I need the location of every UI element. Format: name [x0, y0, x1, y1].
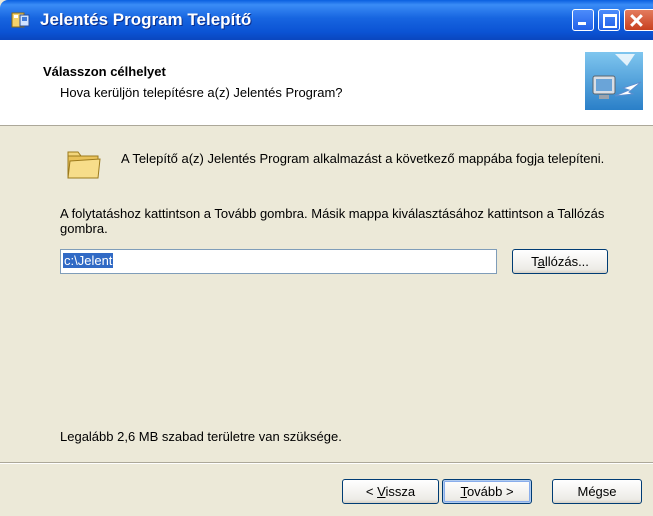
browse-button-label: Tallózás...: [531, 254, 589, 269]
next-button-label: Tovább >: [460, 484, 514, 499]
installer-icon: [11, 12, 30, 28]
page-subtitle: Hova kerüljön telepítésre a(z) Jelentés …: [60, 85, 343, 100]
back-button[interactable]: < Vissza: [342, 479, 439, 504]
space-required-text: Legalább 2,6 MB szabad területre van szü…: [60, 429, 342, 444]
cancel-button[interactable]: Mégse: [552, 479, 642, 504]
minimize-button[interactable]: [572, 9, 594, 31]
back-button-label: < Vissza: [365, 484, 416, 499]
close-button[interactable]: [624, 9, 653, 31]
next-button[interactable]: Tovább >: [442, 479, 532, 504]
browse-button[interactable]: Tallózás...: [512, 249, 608, 274]
path-input-value: c:\Jelent: [63, 253, 114, 268]
intro-text: A Telepítő a(z) Jelentés Program alkalma…: [121, 151, 605, 166]
installer-window: Jelentés Program Telepítő Válasszon célh…: [0, 0, 653, 516]
folder-icon: [67, 151, 101, 179]
computer-install-icon: [585, 52, 643, 110]
wizard-header: Válasszon célhelyet Hova kerüljön telepí…: [0, 40, 653, 126]
maximize-button[interactable]: [598, 9, 620, 31]
window-title: Jelentés Program Telepítő: [40, 10, 252, 29]
instruction-text: A folytatáshoz kattintson a Tovább gombr…: [60, 206, 605, 236]
destination-path-input[interactable]: c:\Jelent: [60, 249, 497, 274]
page-title: Válasszon célhelyet: [43, 64, 166, 79]
cancel-button-label: Mégse: [577, 484, 617, 499]
title-bar[interactable]: Jelentés Program Telepítő: [0, 0, 653, 40]
footer-divider: [0, 462, 653, 464]
